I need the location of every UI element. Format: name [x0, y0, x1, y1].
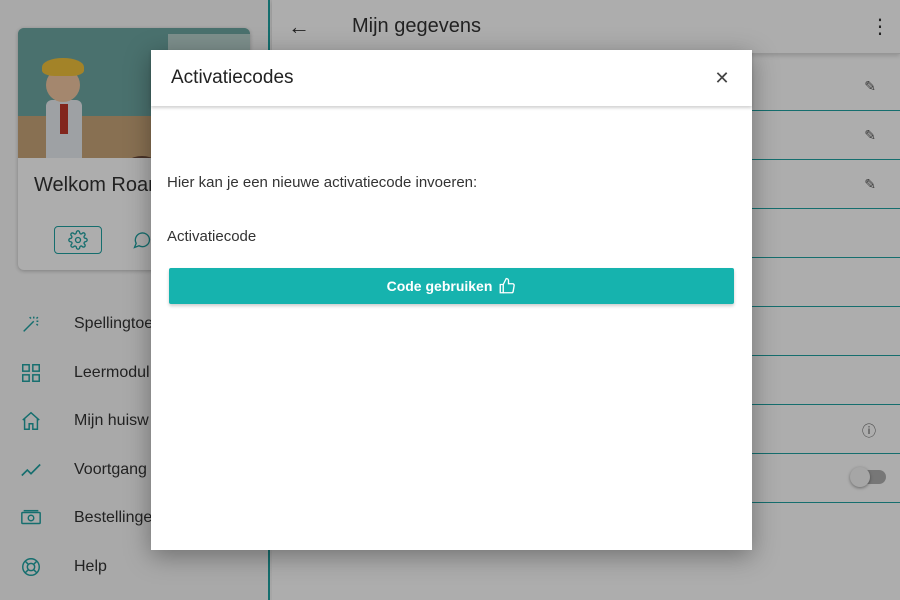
activation-code-label: Activatiecode: [167, 228, 257, 245]
use-code-button[interactable]: Code gebruiken: [169, 268, 734, 304]
dialog-description: Hier kan je een nieuwe activatiecode inv…: [167, 174, 478, 191]
activation-code-dialog: Activatiecodes ✕ Hier kan je een nieuwe …: [151, 50, 752, 550]
dialog-header: Activatiecodes ✕: [151, 50, 752, 106]
thumbs-up-icon: [498, 277, 516, 295]
close-icon[interactable]: ✕: [712, 68, 732, 89]
dialog-title: Activatiecodes: [171, 67, 294, 88]
use-code-button-label: Code gebruiken: [386, 278, 493, 294]
